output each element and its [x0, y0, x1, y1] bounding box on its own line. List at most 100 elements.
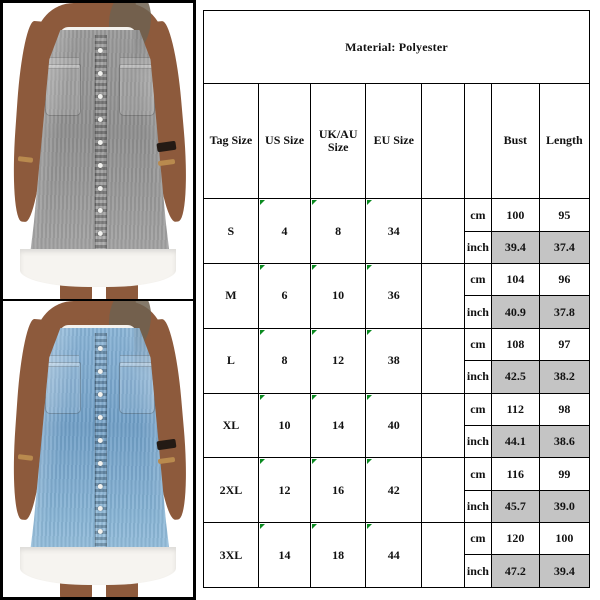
cell-flag-icon — [259, 265, 265, 271]
cell-length-inch: 37.8 — [538, 295, 591, 329]
cell-uk-au-size: 16 — [310, 457, 367, 524]
cell-blank — [421, 198, 465, 265]
cell-bust-inch: 44.1 — [490, 424, 540, 459]
cell-flag-icon — [367, 524, 373, 530]
cell-eu-size-value: 36 — [387, 288, 400, 303]
dress-button — [97, 231, 103, 237]
cell-unit-inch: inch — [463, 554, 492, 588]
cell-flag-icon — [367, 394, 373, 400]
cell-length-cm: 96 — [538, 263, 591, 297]
cell-flag-icon — [259, 524, 265, 530]
dress-button — [97, 392, 103, 398]
pocket-flap-right — [120, 56, 156, 69]
cell-blank — [421, 327, 465, 394]
cell-us-size-value: 14 — [278, 547, 291, 562]
cell-eu-size-value: 34 — [387, 223, 400, 238]
chest-pocket-right — [119, 362, 155, 415]
header-uk-au-size-line1: UK/AU — [318, 126, 358, 141]
cell-length-inch: 38.6 — [538, 424, 591, 459]
cell-unit-inch: inch — [463, 230, 492, 265]
pocket-flap-right — [120, 354, 156, 367]
cell-unit-cm: cm — [463, 457, 492, 491]
model-figure-blue — [3, 301, 193, 597]
cell-eu-size: 36 — [365, 263, 423, 329]
cell-bust-cm: 108 — [490, 327, 540, 362]
table-title-row: Material: Polyester — [203, 10, 590, 84]
cell-flag-icon — [259, 459, 265, 465]
cell-us-size-value: 12 — [278, 482, 291, 497]
cell-blank — [421, 392, 465, 459]
cell-eu-size: 40 — [365, 392, 423, 459]
dress-button — [97, 460, 103, 466]
cell-flag-icon — [312, 524, 318, 530]
table-row: M 6 10 36 cm 104 96 — [203, 263, 591, 329]
cell-eu-size: 34 — [365, 198, 423, 265]
product-image-panel — [0, 0, 196, 600]
dress-button — [97, 414, 103, 420]
cell-blank — [421, 522, 465, 588]
cell-length-cm: 99 — [538, 457, 591, 491]
cell-length-inch: 38.2 — [538, 360, 591, 394]
cell-us-size: 4 — [257, 198, 312, 265]
cell-uk-au-size: 12 — [310, 327, 367, 394]
cell-uk-au-size: 14 — [310, 392, 367, 459]
cell-flag-icon — [312, 329, 318, 335]
cell-flag-icon — [312, 394, 318, 400]
chest-pocket-right — [119, 64, 155, 117]
white-layered-hem — [20, 546, 176, 586]
model-figure-gray — [3, 3, 193, 299]
cell-flag-icon — [367, 200, 373, 206]
header-length: Length — [538, 82, 591, 200]
cell-eu-size-value: 40 — [387, 417, 400, 432]
product-photo-blue[interactable] — [3, 299, 193, 597]
cell-length-cm: 100 — [538, 522, 591, 556]
dress-button — [97, 94, 103, 100]
cell-bust-cm: 120 — [490, 522, 540, 556]
dress-button — [97, 506, 103, 512]
pocket-flap-left — [44, 56, 80, 69]
cell-uk-au-size-value: 18 — [332, 547, 345, 562]
dress-button — [97, 185, 103, 191]
cell-uk-au-size: 18 — [310, 522, 367, 588]
cell-flag-icon — [367, 459, 373, 465]
cell-flag-icon — [312, 200, 318, 206]
header-us-size: US Size — [257, 82, 312, 200]
cell-unit-inch: inch — [463, 424, 492, 459]
cell-blank — [421, 457, 465, 524]
cell-bust-inch: 45.7 — [490, 489, 540, 524]
pocket-flap-left — [44, 354, 80, 367]
cell-flag-icon — [312, 265, 318, 271]
cell-bust-cm: 112 — [490, 392, 540, 426]
dress-button — [97, 71, 103, 77]
cell-length-inch: 39.4 — [538, 554, 591, 588]
dress-button — [97, 529, 103, 535]
cell-uk-au-size: 10 — [310, 263, 367, 329]
cell-uk-au-size-value: 14 — [332, 417, 345, 432]
table-row: L 8 12 38 cm 108 97 — [203, 327, 591, 394]
cell-eu-size-value: 42 — [387, 482, 400, 497]
cell-flag-icon — [259, 329, 265, 335]
dress-button — [97, 483, 103, 489]
blue-denim-dress — [29, 327, 171, 557]
dress-button — [97, 139, 103, 145]
cell-tag-size: S — [203, 198, 259, 265]
size-chart-panel: Material: Polyester Tag Size US Size UK/… — [196, 0, 600, 600]
product-photo-gray[interactable] — [3, 3, 193, 299]
cell-eu-size-value: 38 — [387, 353, 400, 368]
table-row: XL 10 14 40 cm 112 98 — [203, 392, 591, 459]
cell-flag-icon — [259, 200, 265, 206]
header-uk-au-size-line2: Size — [327, 140, 349, 155]
cell-bust-inch: 47.2 — [490, 554, 540, 588]
chest-pocket-left — [45, 64, 81, 117]
cell-tag-size: L — [203, 327, 259, 394]
table-row: S 4 8 34 cm 100 95 — [203, 198, 591, 265]
dress-button — [97, 369, 103, 375]
cell-bust-cm: 116 — [490, 457, 540, 491]
cell-uk-au-size-value: 8 — [335, 223, 342, 238]
button-placket — [94, 34, 107, 259]
cell-eu-size: 44 — [365, 522, 423, 588]
cell-us-size-value: 8 — [281, 353, 288, 368]
cell-unit-cm: cm — [463, 263, 492, 297]
cell-length-cm: 95 — [538, 198, 591, 232]
dress-button — [97, 208, 103, 214]
